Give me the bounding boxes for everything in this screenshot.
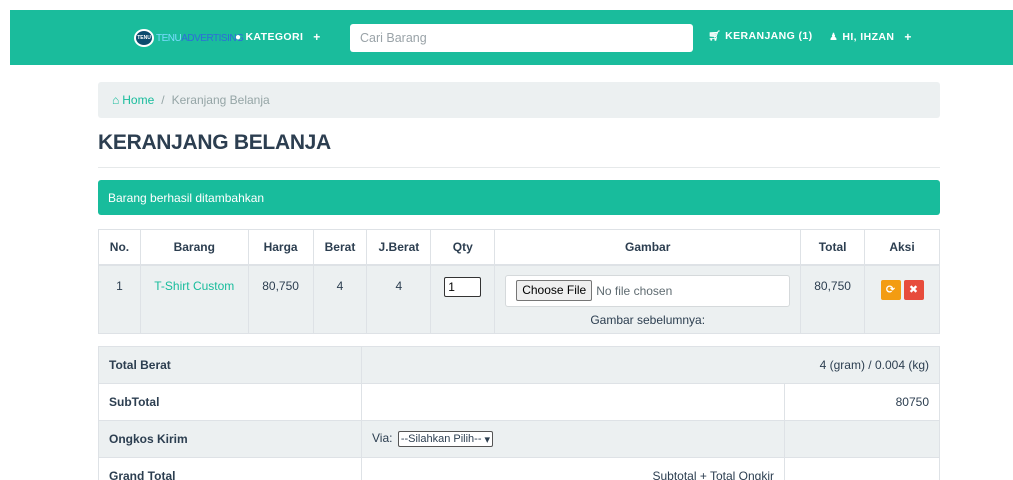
via-label: Via: bbox=[372, 431, 393, 445]
previous-image-label: Gambar sebelumnya: bbox=[590, 312, 706, 327]
alert-message: Barang berhasil ditambahkan bbox=[108, 190, 265, 205]
subtotal-spacer bbox=[361, 383, 785, 421]
page-title: KERANJANG BELANJA bbox=[98, 131, 331, 154]
col-header-gambar: Gambar bbox=[494, 229, 802, 266]
total-berat-row: Total Berat 4 (gram) / 0.004 (kg) bbox=[98, 346, 940, 384]
cell-jberat: 4 bbox=[366, 264, 432, 334]
grand-total-value bbox=[784, 457, 940, 480]
col-header-barang: Barang bbox=[139, 229, 249, 266]
cell-harga: 80,750 bbox=[247, 264, 314, 334]
grand-total-formula: Subtotal + Total Ongkir bbox=[361, 457, 785, 480]
cell-aksi: ⟳ ✖ bbox=[864, 264, 940, 334]
total-berat-value: 4 (gram) / 0.004 (kg) bbox=[361, 346, 940, 384]
user-icon: ♟ bbox=[829, 31, 839, 43]
brand-accent: TENU bbox=[156, 32, 182, 44]
divider bbox=[98, 167, 940, 168]
update-button[interactable]: ⟳ bbox=[880, 279, 901, 300]
file-status: No file chosen bbox=[596, 283, 673, 298]
nav-user[interactable]: ♟ HI, IHZAN + bbox=[829, 30, 912, 44]
nav-keranjang[interactable]: 🛒︎ KERANJANG (1) bbox=[708, 30, 813, 42]
total-berat-label: Total Berat bbox=[98, 346, 362, 384]
ongkir-via-cell: Via: --Silahkan Pilih-- ▾ bbox=[361, 420, 785, 458]
breadcrumb-home[interactable]: ⌂ Home bbox=[112, 93, 154, 107]
subtotal-value: 80750 bbox=[784, 383, 940, 421]
cart-icon: 🛒︎ bbox=[708, 30, 722, 42]
table-header-row: No. Barang Harga Berat J.Berat Qty Gamba… bbox=[98, 229, 940, 266]
courier-select-value: --Silahkan Pilih-- bbox=[400, 433, 482, 445]
cell-no: 1 bbox=[98, 264, 141, 334]
breadcrumb-home-label: Home bbox=[122, 93, 155, 107]
col-header-harga: Harga bbox=[247, 229, 314, 266]
nav-kategori-label: KATEGORI bbox=[245, 31, 304, 43]
subtotal-label: SubTotal bbox=[98, 383, 362, 421]
col-header-total: Total bbox=[800, 229, 866, 266]
refresh-icon: ⟳ bbox=[885, 284, 896, 296]
breadcrumb-current: Keranjang Belanja bbox=[171, 93, 270, 107]
close-icon: ✖ bbox=[908, 284, 919, 296]
home-icon: ⌂ bbox=[112, 93, 120, 107]
search-input[interactable] bbox=[350, 24, 693, 52]
nav-kategori[interactable]: ● KATEGORI + bbox=[235, 30, 321, 44]
summary-table: Total Berat 4 (gram) / 0.004 (kg) SubTot… bbox=[98, 346, 940, 480]
plus-icon: + bbox=[904, 30, 912, 44]
navbar: TENU TENUADVERTISING ● KATEGORI + 🛒︎ KER… bbox=[10, 10, 1013, 65]
success-alert: Barang berhasil ditambahkan bbox=[98, 180, 940, 215]
col-header-aksi: Aksi bbox=[864, 229, 940, 266]
grand-total-row: Grand Total Subtotal + Total Ongkir bbox=[98, 457, 940, 480]
table-row: 1 T-Shirt Custom 80,750 4 4 Choose File … bbox=[98, 264, 940, 334]
subtotal-row: SubTotal 80750 bbox=[98, 383, 940, 421]
product-link[interactable]: T-Shirt Custom bbox=[139, 264, 249, 334]
cart-table: No. Barang Harga Berat J.Berat Qty Gamba… bbox=[98, 229, 940, 334]
ongkir-value bbox=[784, 420, 940, 458]
breadcrumb-separator: / bbox=[161, 93, 165, 107]
logo-icon: TENU bbox=[134, 29, 154, 47]
ongkir-label: Ongkos Kirim bbox=[98, 420, 362, 458]
col-header-berat: Berat bbox=[312, 229, 368, 266]
cell-gambar: Choose File No file chosen Gambar sebelu… bbox=[494, 264, 802, 334]
cell-qty bbox=[430, 264, 496, 334]
nav-keranjang-label: KERANJANG (1) bbox=[725, 30, 813, 42]
nav-user-label: HI, IHZAN bbox=[842, 31, 895, 43]
cell-berat: 4 bbox=[312, 264, 368, 334]
chevron-down-icon: ▾ bbox=[484, 433, 491, 446]
tag-icon: ● bbox=[235, 31, 242, 43]
col-header-no: No. bbox=[98, 229, 141, 266]
plus-icon: + bbox=[313, 30, 321, 44]
cell-total: 80,750 bbox=[800, 264, 866, 334]
courier-select[interactable]: --Silahkan Pilih-- ▾ bbox=[397, 431, 494, 447]
choose-file-button[interactable]: Choose File bbox=[516, 280, 593, 301]
qty-input[interactable] bbox=[444, 276, 482, 297]
grand-total-label: Grand Total bbox=[98, 457, 362, 480]
file-input[interactable]: Choose File No file chosen bbox=[505, 274, 791, 307]
brand-logo[interactable]: TENU TENUADVERTISING bbox=[134, 28, 244, 48]
ongkir-row: Ongkos Kirim Via: --Silahkan Pilih-- ▾ bbox=[98, 420, 940, 458]
delete-button[interactable]: ✖ bbox=[903, 279, 924, 300]
col-header-jberat: J.Berat bbox=[366, 229, 432, 266]
col-header-qty: Qty bbox=[430, 229, 496, 266]
breadcrumb: ⌂ Home / Keranjang Belanja bbox=[98, 82, 940, 118]
